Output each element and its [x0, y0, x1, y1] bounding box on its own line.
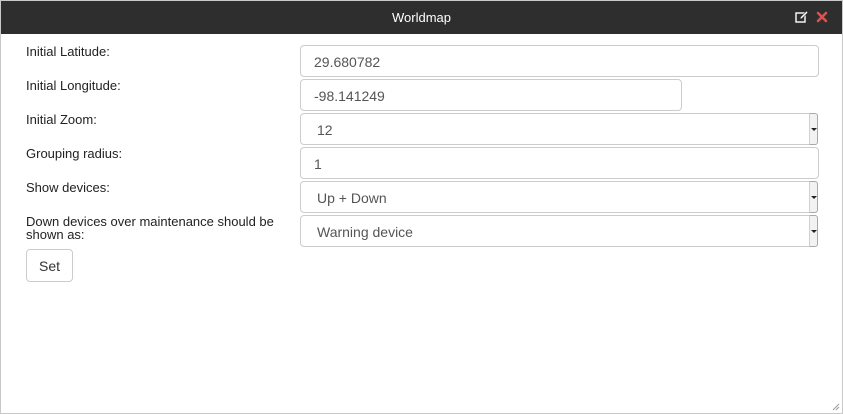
set-button[interactable]: Set [26, 249, 73, 282]
edit-icon[interactable] [795, 10, 809, 24]
maintenance-label: Down devices over maintenance should be … [26, 214, 274, 242]
latitude-label: Initial Latitude: [26, 44, 110, 59]
zoom-dropdown-button[interactable] [809, 113, 818, 145]
worldmap-widget: Worldmap Initial Latitude: 29.680782 Ini… [0, 0, 843, 414]
latitude-value: 29.680782 [314, 54, 381, 70]
chevron-down-icon [811, 230, 817, 233]
resize-handle-icon[interactable] [832, 403, 840, 411]
show-devices-dropdown-button[interactable] [809, 181, 818, 213]
show-devices-value: Up + Down [317, 190, 387, 206]
maintenance-display-select[interactable]: Warning device [300, 215, 818, 247]
widget-title: Worldmap [391, 10, 451, 25]
longitude-input[interactable]: -98.141249 [300, 79, 682, 111]
grouping-radius-input[interactable]: 1 [300, 147, 819, 179]
longitude-label: Initial Longitude: [26, 78, 121, 93]
grouping-radius-label: Grouping radius: [26, 146, 123, 161]
maintenance-display-value: Warning device [317, 224, 413, 240]
widget-titlebar: Worldmap [1, 1, 842, 34]
show-devices-label: Show devices: [26, 180, 110, 195]
chevron-down-icon [811, 196, 817, 199]
zoom-select[interactable]: 12 [300, 113, 818, 145]
grouping-radius-value: 1 [314, 156, 322, 172]
close-icon[interactable] [815, 10, 829, 24]
chevron-down-icon [811, 128, 817, 131]
latitude-input[interactable]: 29.680782 [300, 45, 819, 77]
zoom-label: Initial Zoom: [26, 112, 97, 127]
maintenance-dropdown-button[interactable] [809, 215, 818, 247]
longitude-value: -98.141249 [314, 88, 385, 104]
show-devices-select[interactable]: Up + Down [300, 181, 818, 213]
zoom-value: 12 [317, 122, 333, 138]
